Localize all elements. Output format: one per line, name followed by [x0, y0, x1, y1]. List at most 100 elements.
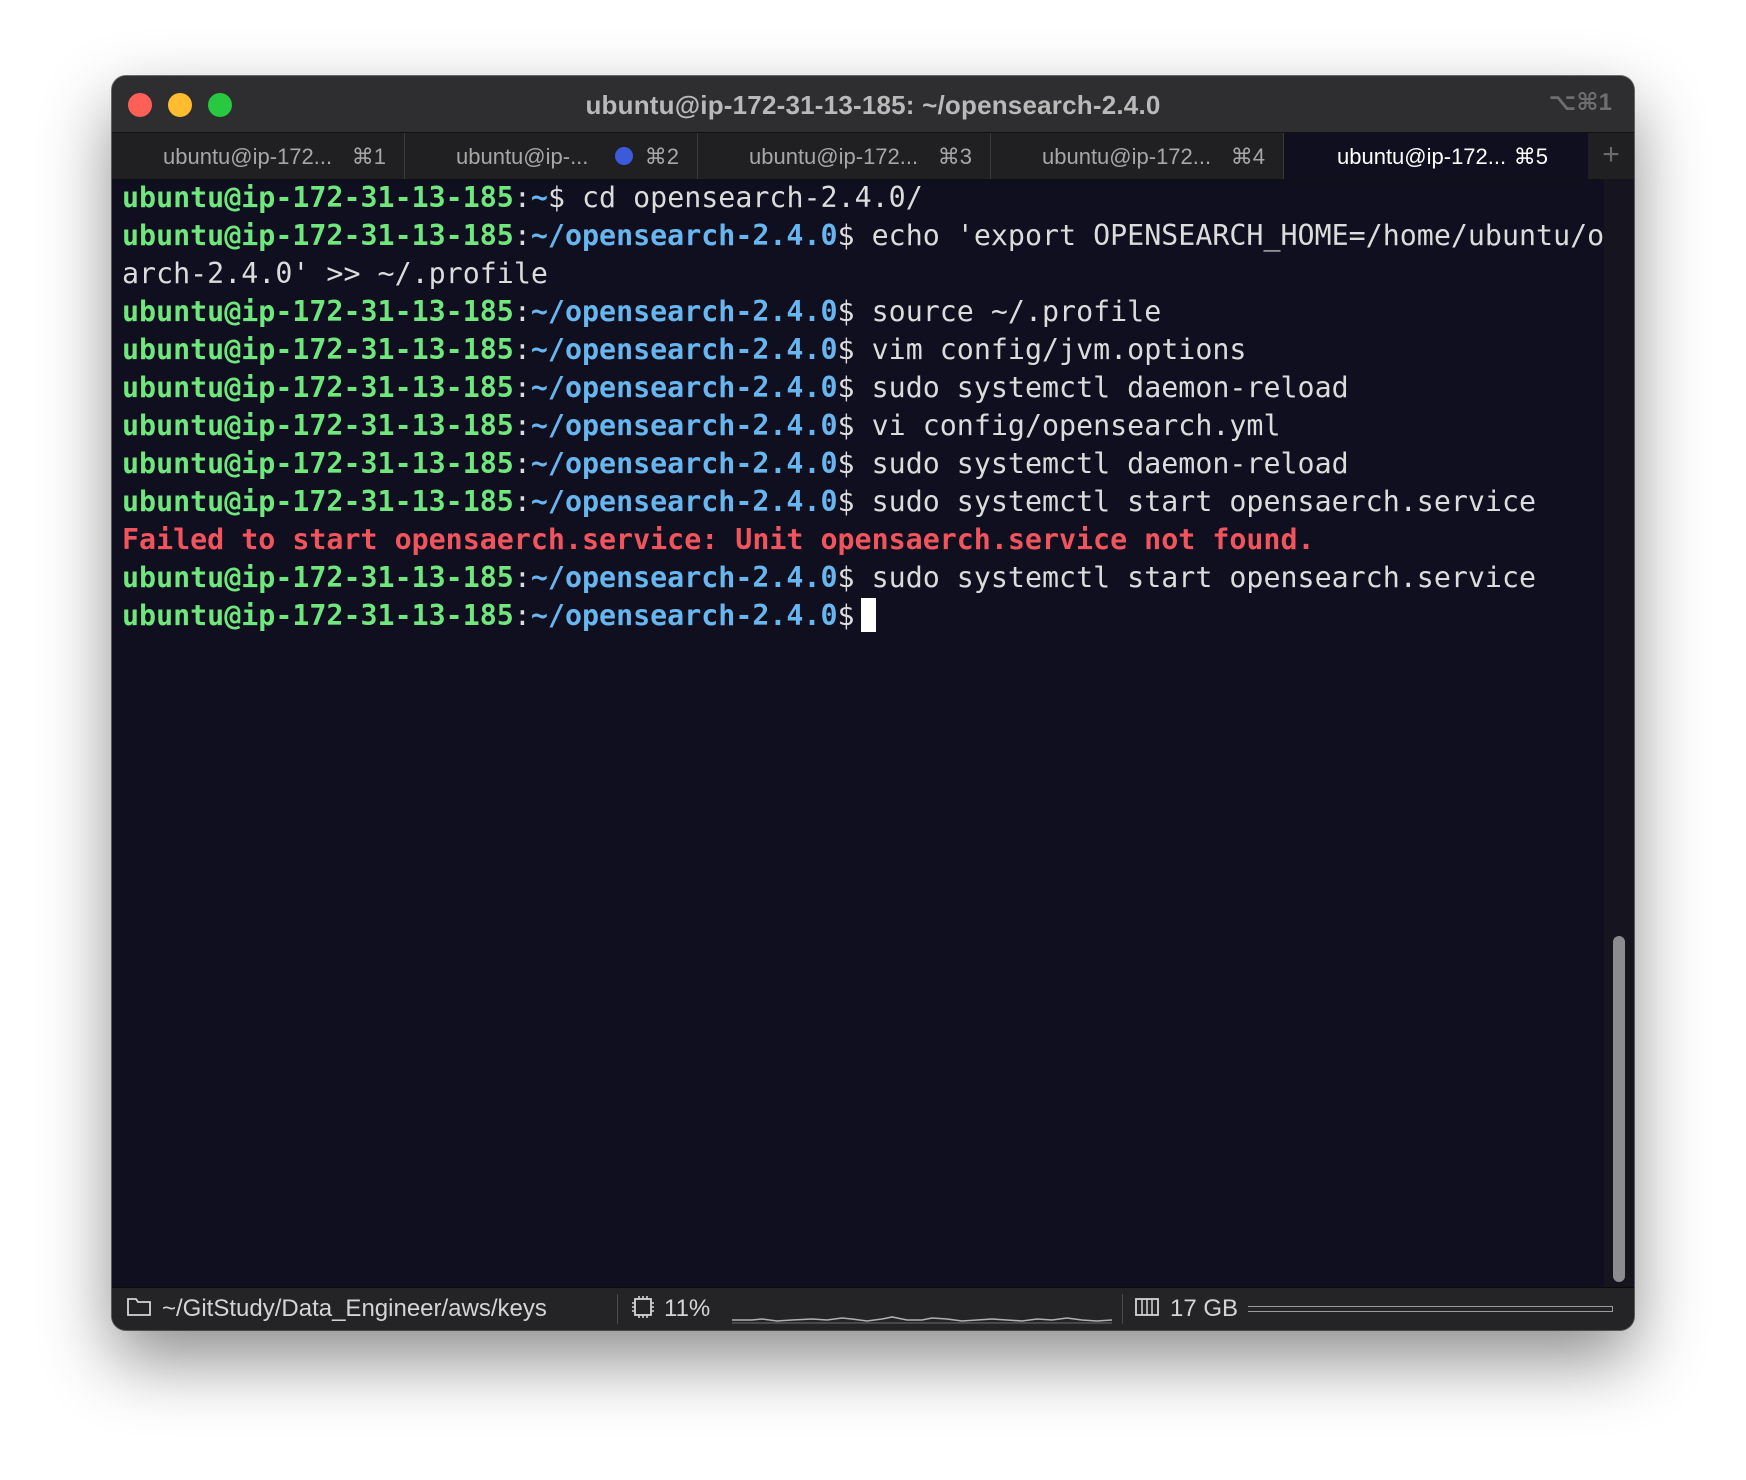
prompt-user: ubuntu@ip-172-31-13-185	[122, 409, 514, 442]
tab-label: ubuntu@ip-172...	[1042, 144, 1212, 169]
current-directory[interactable]: ~/GitStudy/Data_Engineer/aws/keys	[162, 1295, 547, 1323]
prompt-path: ~/opensearch-2.4.0	[530, 219, 838, 252]
terminal-line: ubuntu@ip-172-31-13-185:~/opensearch-2.4…	[122, 407, 1604, 445]
prompt-separator: :	[513, 333, 531, 366]
prompt-path: ~/opensearch-2.4.0	[530, 295, 838, 328]
terminal-line: ubuntu@ip-172-31-13-185:~/opensearch-2.4…	[122, 483, 1604, 521]
prompt-path: ~/opensearch-2.4.0	[530, 371, 838, 404]
command-text: vim config/jvm.options	[854, 333, 1247, 366]
tab-label: ubuntu@ip-...	[456, 144, 589, 169]
prompt-user: ubuntu@ip-172-31-13-185	[122, 447, 514, 480]
prompt-symbol: $	[837, 333, 855, 366]
prompt-path: ~/opensearch-2.4.0	[530, 333, 838, 366]
terminal-line: ubuntu@ip-172-31-13-185:~/opensearch-2.4…	[122, 597, 1604, 635]
memory-icon	[1134, 1296, 1160, 1325]
prompt-user: ubuntu@ip-172-31-13-185	[122, 371, 514, 404]
memory-usage: 17 GB	[1170, 1295, 1239, 1322]
terminal-window: ubuntu@ip-172-31-13-185: ~/opensearch-2.…	[112, 76, 1634, 1330]
command-text: sudo systemctl start opensaerch.service	[854, 485, 1537, 518]
title-bar[interactable]: ubuntu@ip-172-31-13-185: ~/opensearch-2.…	[112, 76, 1634, 132]
prompt-path: ~	[530, 181, 548, 214]
prompt-symbol: $	[837, 561, 855, 594]
tab-label: ubuntu@ip-172...	[163, 144, 333, 169]
terminal-line: ubuntu@ip-172-31-13-185:~/opensearch-2.4…	[122, 445, 1604, 483]
tab-shortcut: ⌘3	[937, 144, 972, 169]
new-tab-button[interactable]: +	[1588, 133, 1634, 179]
output-text: arch-2.4.0' >> ~/.profile	[122, 257, 548, 290]
command-text: sudo systemctl start opensearch.service	[854, 561, 1537, 594]
memory-bar	[1248, 1306, 1613, 1312]
prompt-path: ~/opensearch-2.4.0	[530, 599, 838, 632]
text-cursor	[860, 598, 876, 632]
tab-shortcut: ⌘1	[351, 144, 386, 169]
prompt-user: ubuntu@ip-172-31-13-185	[122, 485, 514, 518]
tab-shortcut: ⌘4	[1230, 144, 1265, 169]
tab-bar: ubuntu@ip-172... ⌘1 ubuntu@ip-... ⌘2 ubu…	[112, 132, 1634, 180]
prompt-separator: :	[513, 371, 531, 404]
command-text: sudo systemctl daemon-reload	[854, 371, 1349, 404]
prompt-separator: :	[513, 599, 531, 632]
tab-5-active[interactable]: ubuntu@ip-172... ⌘5	[1284, 133, 1588, 179]
prompt-user: ubuntu@ip-172-31-13-185	[122, 181, 514, 214]
command-text: echo 'export OPENSEARCH_HOME=/home/ubunt…	[854, 219, 1634, 252]
prompt-separator: :	[513, 181, 531, 214]
prompt-separator: :	[513, 409, 531, 442]
prompt-symbol: $	[837, 371, 855, 404]
prompt-user: ubuntu@ip-172-31-13-185	[122, 333, 514, 366]
status-divider	[617, 1294, 618, 1324]
window-title: ubuntu@ip-172-31-13-185: ~/opensearch-2.…	[585, 90, 1161, 120]
prompt-symbol: $	[837, 599, 855, 632]
prompt-separator: :	[513, 219, 531, 252]
tab-label: ubuntu@ip-172...	[749, 144, 919, 169]
command-text: vi config/opensearch.yml	[854, 409, 1281, 442]
prompt-path: ~/opensearch-2.4.0	[530, 409, 838, 442]
folder-icon	[126, 1294, 152, 1325]
prompt-symbol: $	[547, 181, 565, 214]
terminal-line: ubuntu@ip-172-31-13-185:~/opensearch-2.4…	[122, 331, 1604, 369]
terminal-line: ubuntu@ip-172-31-13-185:~/opensearch-2.4…	[122, 293, 1604, 331]
scrollbar[interactable]	[1604, 179, 1634, 1288]
tab-shortcut: ⌘5	[1513, 144, 1548, 169]
prompt-symbol: $	[837, 409, 855, 442]
prompt-user: ubuntu@ip-172-31-13-185	[122, 219, 514, 252]
terminal-line: ubuntu@ip-172-31-13-185:~$ cd opensearch…	[122, 179, 1604, 217]
terminal-line: ubuntu@ip-172-31-13-185:~/opensearch-2.4…	[122, 369, 1604, 407]
status-divider	[1122, 1294, 1123, 1324]
prompt-user: ubuntu@ip-172-31-13-185	[122, 295, 514, 328]
prompt-path: ~/opensearch-2.4.0	[530, 561, 838, 594]
terminal-line: Failed to start opensaerch.service: Unit…	[122, 521, 1604, 559]
prompt-symbol: $	[837, 485, 855, 518]
terminal-line: arch-2.4.0' >> ~/.profile	[122, 255, 1604, 293]
prompt-user: ubuntu@ip-172-31-13-185	[122, 599, 514, 632]
window-shortcut-hint: ⌥⌘1	[1548, 89, 1612, 116]
status-bar: ~/GitStudy/Data_Engineer/aws/keys 11% 17…	[112, 1287, 1634, 1330]
cpu-icon	[630, 1294, 656, 1327]
prompt-user: ubuntu@ip-172-31-13-185	[122, 561, 514, 594]
activity-indicator-icon	[615, 147, 633, 165]
error-message: Failed to start opensaerch.service: Unit…	[122, 523, 1315, 556]
prompt-symbol: $	[837, 295, 855, 328]
tab-label: ubuntu@ip-172...	[1337, 144, 1507, 169]
cpu-graph	[732, 1316, 1112, 1324]
prompt-separator: :	[513, 485, 531, 518]
tab-shortcut: ⌘2	[644, 144, 679, 169]
prompt-path: ~/opensearch-2.4.0	[530, 485, 838, 518]
command-text: cd opensearch-2.4.0/	[564, 181, 923, 214]
command-text: source ~/.profile	[854, 295, 1162, 328]
prompt-symbol: $	[837, 219, 855, 252]
cpu-usage: 11%	[664, 1295, 711, 1322]
prompt-separator: :	[513, 447, 531, 480]
tab-4[interactable]: ubuntu@ip-172... ⌘4	[991, 133, 1284, 179]
tab-2[interactable]: ubuntu@ip-... ⌘2	[405, 133, 698, 179]
terminal-line: ubuntu@ip-172-31-13-185:~/opensearch-2.4…	[122, 217, 1634, 255]
tab-3[interactable]: ubuntu@ip-172... ⌘3	[698, 133, 991, 179]
terminal-line: ubuntu@ip-172-31-13-185:~/opensearch-2.4…	[122, 559, 1604, 597]
scrollbar-thumb[interactable]	[1613, 936, 1625, 1282]
prompt-separator: :	[513, 295, 531, 328]
command-text: sudo systemctl daemon-reload	[854, 447, 1349, 480]
tab-1[interactable]: ubuntu@ip-172... ⌘1	[112, 133, 405, 179]
prompt-path: ~/opensearch-2.4.0	[530, 447, 838, 480]
terminal-output[interactable]: ubuntu@ip-172-31-13-185:~$ cd opensearch…	[122, 179, 1634, 1288]
prompt-symbol: $	[837, 447, 855, 480]
prompt-separator: :	[513, 561, 531, 594]
